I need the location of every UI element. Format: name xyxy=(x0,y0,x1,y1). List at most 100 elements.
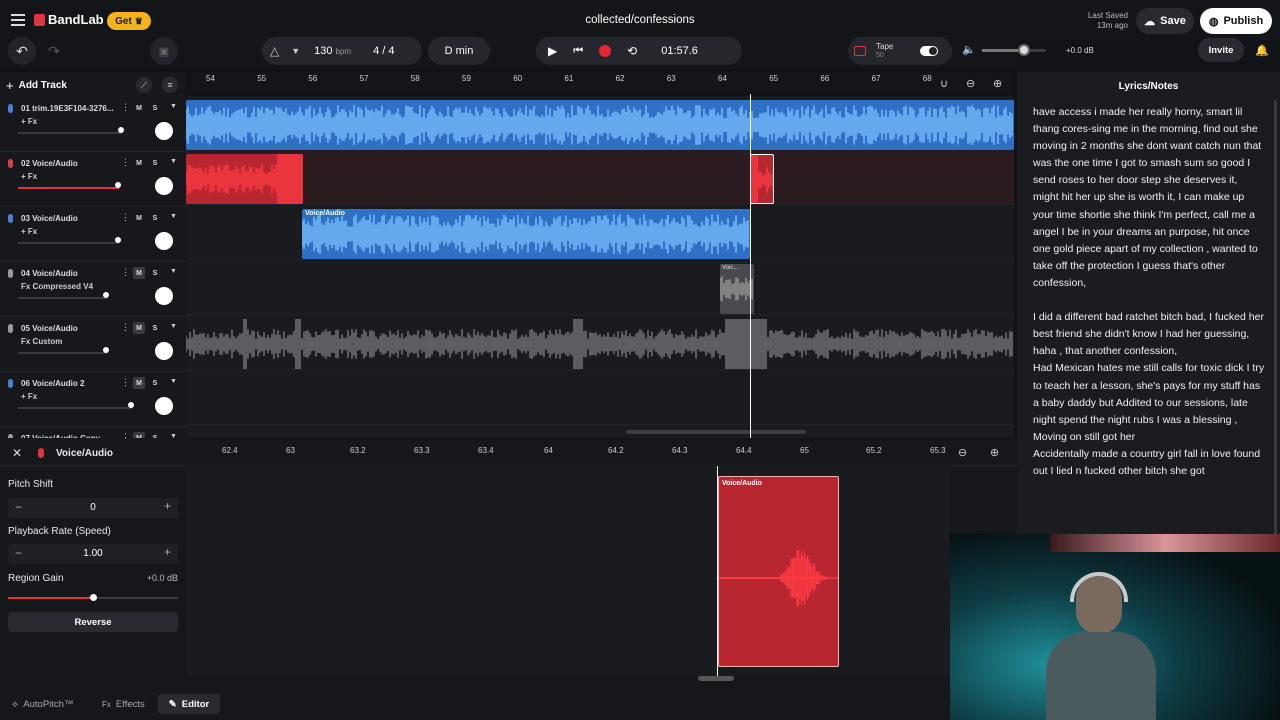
record-icon[interactable] xyxy=(599,45,612,57)
track-fx[interactable]: + Fx xyxy=(21,172,37,181)
chevron-down-icon[interactable]: ▼ xyxy=(170,158,177,165)
solo-button[interactable]: S xyxy=(149,212,161,224)
volume-knob[interactable] xyxy=(1018,44,1030,56)
key-selector[interactable]: D min xyxy=(428,37,490,65)
solo-button[interactable]: S xyxy=(149,267,161,279)
pitch-shift-value[interactable]: 0 xyxy=(8,502,178,513)
mute-button[interactable]: M xyxy=(133,102,145,114)
skip-back-icon[interactable]: ⏮ xyxy=(573,45,583,58)
chevron-down-icon[interactable]: ▼ xyxy=(170,323,177,330)
track-fx[interactable]: + Fx xyxy=(21,392,37,401)
chevron-down-icon[interactable]: ▼ xyxy=(170,103,177,110)
region-gain-knob[interactable] xyxy=(90,594,97,601)
add-track-button[interactable]: + Add Track xyxy=(6,76,80,94)
clip-track2-b[interactable] xyxy=(750,154,774,204)
mute-button[interactable]: M xyxy=(133,322,145,334)
track-volume-slider[interactable] xyxy=(18,352,107,354)
pan-knob[interactable] xyxy=(155,232,173,250)
track-volume-slider[interactable] xyxy=(18,407,132,409)
track-volume-knob[interactable] xyxy=(103,292,109,298)
track-volume-slider[interactable] xyxy=(18,242,119,244)
track-name[interactable]: 06 Voice/Audio 2 xyxy=(21,379,84,388)
more-icon[interactable]: ⋮ xyxy=(121,432,130,438)
track-volume-knob[interactable] xyxy=(118,127,124,133)
track-header[interactable]: 06 Voice/Audio 2 + Fx ⋮ M S ▼ xyxy=(0,373,186,427)
solo-button[interactable]: S xyxy=(149,322,161,334)
track-header[interactable]: 03 Voice/Audio + Fx ⋮ M S ▼ xyxy=(0,208,186,262)
playback-rate-stepper[interactable]: − 1.00 + xyxy=(8,544,178,564)
track-name[interactable]: 05 Voice/Audio xyxy=(21,324,78,333)
track-header[interactable]: 05 Voice/Audio Fx Custom ⋮ M S ▼ xyxy=(0,318,186,372)
tape-toggle[interactable]: Tape 50 xyxy=(848,37,952,65)
timeline-ruler[interactable]: 54 55 56 57 58 59 60 61 62 63 64 65 66 67 68 xyxy=(186,72,1014,94)
bandlab-logo[interactable]: BandLab xyxy=(34,12,104,27)
pan-knob[interactable] xyxy=(155,397,173,415)
close-icon[interactable]: ✕ xyxy=(12,446,22,460)
tempo-value[interactable]: 130 xyxy=(314,45,332,57)
solo-button[interactable]: S xyxy=(149,157,161,169)
more-icon[interactable]: ⋮ xyxy=(121,212,130,223)
tape-switch[interactable] xyxy=(920,46,939,56)
loop-icon[interactable]: ⟲ xyxy=(627,44,637,58)
track-settings-icon[interactable]: ≡ xyxy=(162,77,178,93)
track-fx[interactable]: Fx Compressed V4 xyxy=(21,282,93,291)
chevron-down-icon[interactable]: ▼ xyxy=(291,46,300,56)
mute-button[interactable]: M xyxy=(133,377,145,389)
automation-icon[interactable]: ⟋ xyxy=(136,77,152,93)
lyrics-text[interactable]: have access i made her really horny, sma… xyxy=(1033,104,1265,480)
pan-knob[interactable] xyxy=(155,177,173,195)
chevron-down-icon[interactable]: ▼ xyxy=(170,433,177,438)
tempo-control[interactable]: △ ▼ 130 bpm 4 / 4 xyxy=(262,37,422,65)
track-name[interactable]: 04 Voice/Audio xyxy=(21,269,78,278)
loop-region-icon[interactable]: ▣ xyxy=(150,37,178,65)
pitch-shift-stepper[interactable]: − 0 + xyxy=(8,498,178,518)
get-membership-button[interactable]: Get ♛ xyxy=(107,12,151,30)
clip-track1[interactable] xyxy=(186,100,1014,150)
more-icon[interactable]: ⋮ xyxy=(121,157,130,168)
lane-2[interactable] xyxy=(186,151,1014,205)
editor-playhead[interactable] xyxy=(717,466,718,676)
time-signature[interactable]: 4 / 4 xyxy=(373,45,394,57)
metronome-icon[interactable]: △ xyxy=(270,44,279,58)
clip-track3[interactable]: Voice/Audio xyxy=(302,209,750,259)
undo-icon[interactable]: ↶ xyxy=(8,37,36,65)
more-icon[interactable]: ⋮ xyxy=(121,322,130,333)
track-fx[interactable]: + Fx xyxy=(21,227,37,236)
editor-clip[interactable]: Voice/Audio xyxy=(718,476,839,667)
editor-canvas[interactable]: Voice/Audio xyxy=(186,464,950,681)
redo-icon[interactable]: ↷ xyxy=(40,37,68,65)
zoom-out-icon[interactable]: ⊖ xyxy=(966,77,975,90)
track-header[interactable]: 01 trim.19E3F104-3276... + Fx ⋮ M S ▼ xyxy=(0,98,186,152)
track-volume-knob[interactable] xyxy=(128,402,134,408)
mute-button[interactable]: M xyxy=(133,432,145,438)
track-volume-knob[interactable] xyxy=(115,237,121,243)
plus-icon[interactable]: + xyxy=(164,545,171,559)
play-icon[interactable]: ▶ xyxy=(548,44,557,58)
track-volume-knob[interactable] xyxy=(103,347,109,353)
clip-track4[interactable]: Voic... xyxy=(720,264,754,314)
chevron-down-icon[interactable]: ▼ xyxy=(170,213,177,220)
reverse-button[interactable]: Reverse xyxy=(8,612,178,632)
clip-track2-a[interactable] xyxy=(186,154,303,204)
menu-icon[interactable] xyxy=(11,14,25,26)
track-name[interactable]: 02 Voice/Audio xyxy=(21,159,78,168)
lane-6[interactable] xyxy=(186,371,1014,425)
more-icon[interactable]: ⋮ xyxy=(121,267,130,278)
clip-track5[interactable] xyxy=(186,319,1014,369)
track-fx[interactable]: Fx Custom xyxy=(21,337,62,346)
tab-effects[interactable]: Fx Effects xyxy=(102,694,145,714)
track-lanes[interactable]: Voice/Audio Voic... xyxy=(186,94,1014,438)
bell-icon[interactable]: 🔔 xyxy=(1255,44,1269,57)
track-header[interactable]: 04 Voice/Audio Fx Compressed V4 ⋮ M S ▼ xyxy=(0,263,186,317)
region-gain-slider[interactable] xyxy=(8,594,178,601)
project-title[interactable]: collected/confessions xyxy=(540,14,740,26)
editor-ruler[interactable]: 62.4 63 63.2 63.3 63.4 64 64.2 64.3 64.4 65 65.2 65… xyxy=(186,442,1018,462)
publish-button[interactable]: ◍ Publish xyxy=(1200,8,1272,34)
solo-button[interactable]: S xyxy=(149,377,161,389)
mute-button[interactable]: M xyxy=(133,267,145,279)
tab-autopitch[interactable]: ⟡ AutoPitch™ xyxy=(12,694,73,714)
track-name[interactable]: 03 Voice/Audio xyxy=(21,214,78,223)
chevron-down-icon[interactable]: ▼ xyxy=(170,268,177,275)
pan-knob[interactable] xyxy=(155,122,173,140)
speaker-icon[interactable]: 🔈 xyxy=(962,43,976,56)
